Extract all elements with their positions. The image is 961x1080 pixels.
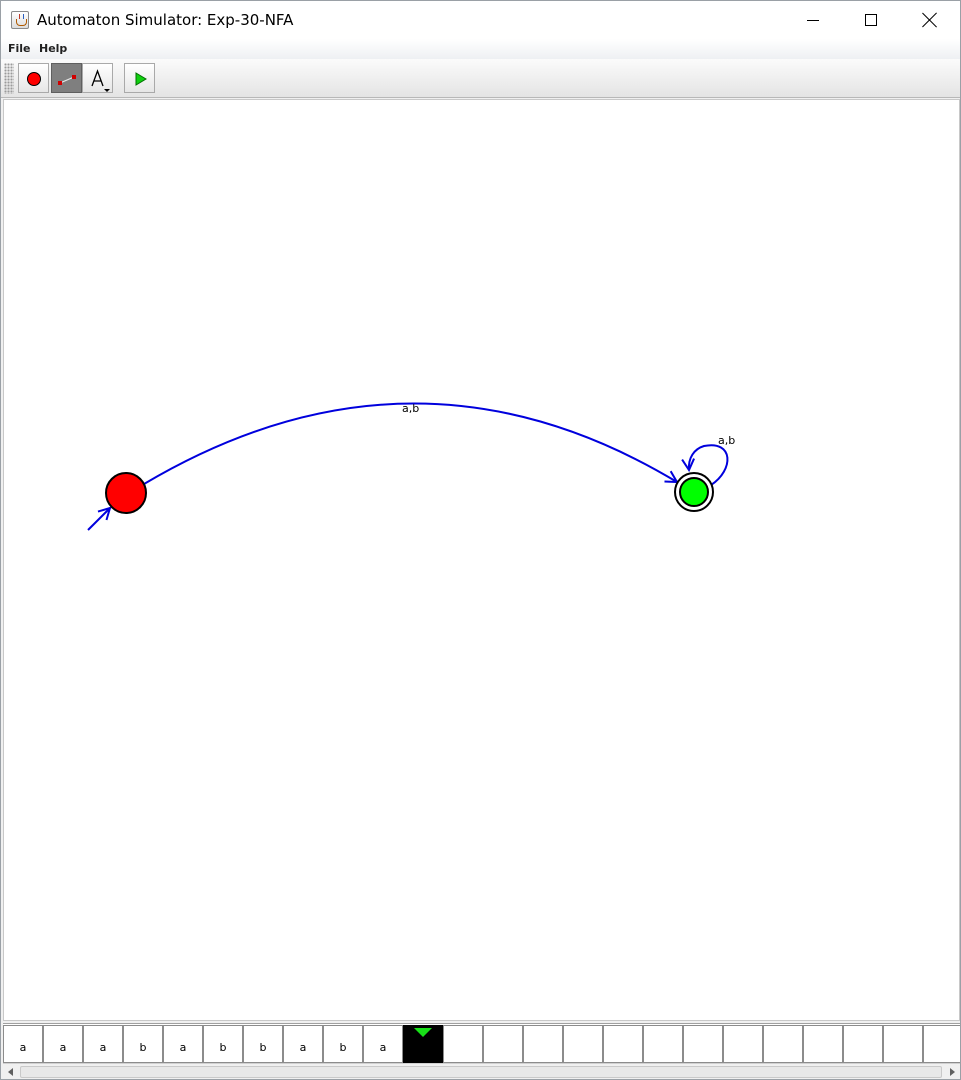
red-circle-icon xyxy=(27,72,41,86)
toolbar-grip[interactable] xyxy=(4,63,14,94)
label-tool-button[interactable] xyxy=(82,63,113,93)
initial-state-arrow xyxy=(87,508,110,531)
scroll-left-arrow-icon[interactable] xyxy=(3,1064,19,1079)
text-A-icon xyxy=(91,69,110,92)
tape-cell[interactable]: a xyxy=(163,1025,203,1063)
window-title: Automaton Simulator: Exp-30-NFA xyxy=(37,11,294,29)
title-bar[interactable]: Automaton Simulator: Exp-30-NFA xyxy=(1,1,960,39)
tape-cell-head[interactable] xyxy=(403,1025,443,1063)
automaton-canvas[interactable]: a,b a,b xyxy=(3,99,960,1021)
accepting-state[interactable] xyxy=(674,472,714,512)
tape-cell[interactable]: a xyxy=(283,1025,323,1063)
tape-cell[interactable] xyxy=(883,1025,923,1063)
tape-cell[interactable] xyxy=(843,1025,883,1063)
tape-cell[interactable]: b xyxy=(243,1025,283,1063)
tape-cell[interactable] xyxy=(523,1025,563,1063)
maximize-icon xyxy=(865,14,877,26)
menu-help[interactable]: Help xyxy=(39,42,67,55)
tape-cell[interactable] xyxy=(803,1025,843,1063)
input-tape[interactable]: aaababbaba xyxy=(3,1023,960,1063)
maximize-button[interactable] xyxy=(842,1,900,39)
tape-cell[interactable] xyxy=(763,1025,803,1063)
tape-cell[interactable] xyxy=(683,1025,723,1063)
java-app-icon xyxy=(11,11,29,29)
tape-cell[interactable] xyxy=(443,1025,483,1063)
tape-head-marker-icon xyxy=(414,1028,432,1037)
tape-cell[interactable]: b xyxy=(323,1025,363,1063)
app-window: Automaton Simulator: Exp-30-NFA File Hel… xyxy=(0,0,961,1080)
tape-cell[interactable]: b xyxy=(203,1025,243,1063)
scroll-right-arrow-icon[interactable] xyxy=(944,1064,960,1079)
close-button[interactable] xyxy=(900,1,958,39)
menu-file[interactable]: File xyxy=(8,42,31,55)
tape-cell[interactable] xyxy=(483,1025,523,1063)
transition-start-to-final[interactable] xyxy=(143,402,677,485)
tape-cell[interactable]: a xyxy=(83,1025,123,1063)
toolbar xyxy=(1,59,960,98)
minimize-button[interactable] xyxy=(784,1,842,39)
transition-label-start-final[interactable]: a,b xyxy=(402,402,419,415)
tape-cell[interactable] xyxy=(563,1025,603,1063)
state-tool-button[interactable] xyxy=(18,63,49,93)
scroll-thumb[interactable] xyxy=(20,1066,942,1078)
tape-cell[interactable] xyxy=(723,1025,763,1063)
tape-cell[interactable]: b xyxy=(123,1025,163,1063)
minimize-icon xyxy=(807,20,819,21)
tape-cell[interactable]: a xyxy=(3,1025,43,1063)
tape-cell[interactable] xyxy=(643,1025,683,1063)
tape-cell[interactable] xyxy=(923,1025,960,1063)
tape-cell[interactable]: a xyxy=(43,1025,83,1063)
transition-tool-button[interactable] xyxy=(51,63,82,93)
menu-bar: File Help xyxy=(1,39,960,59)
green-play-icon xyxy=(135,72,147,86)
horizontal-scrollbar[interactable] xyxy=(3,1063,960,1079)
run-tool-button[interactable] xyxy=(124,63,155,93)
start-state[interactable] xyxy=(105,472,147,514)
tape-cell[interactable]: a xyxy=(363,1025,403,1063)
close-icon xyxy=(922,12,938,28)
transition-label-final-loop[interactable]: a,b xyxy=(718,434,735,447)
transition-line-icon xyxy=(58,75,76,85)
tape-cell[interactable] xyxy=(603,1025,643,1063)
automaton-diagram[interactable]: a,b a,b xyxy=(4,100,959,1020)
